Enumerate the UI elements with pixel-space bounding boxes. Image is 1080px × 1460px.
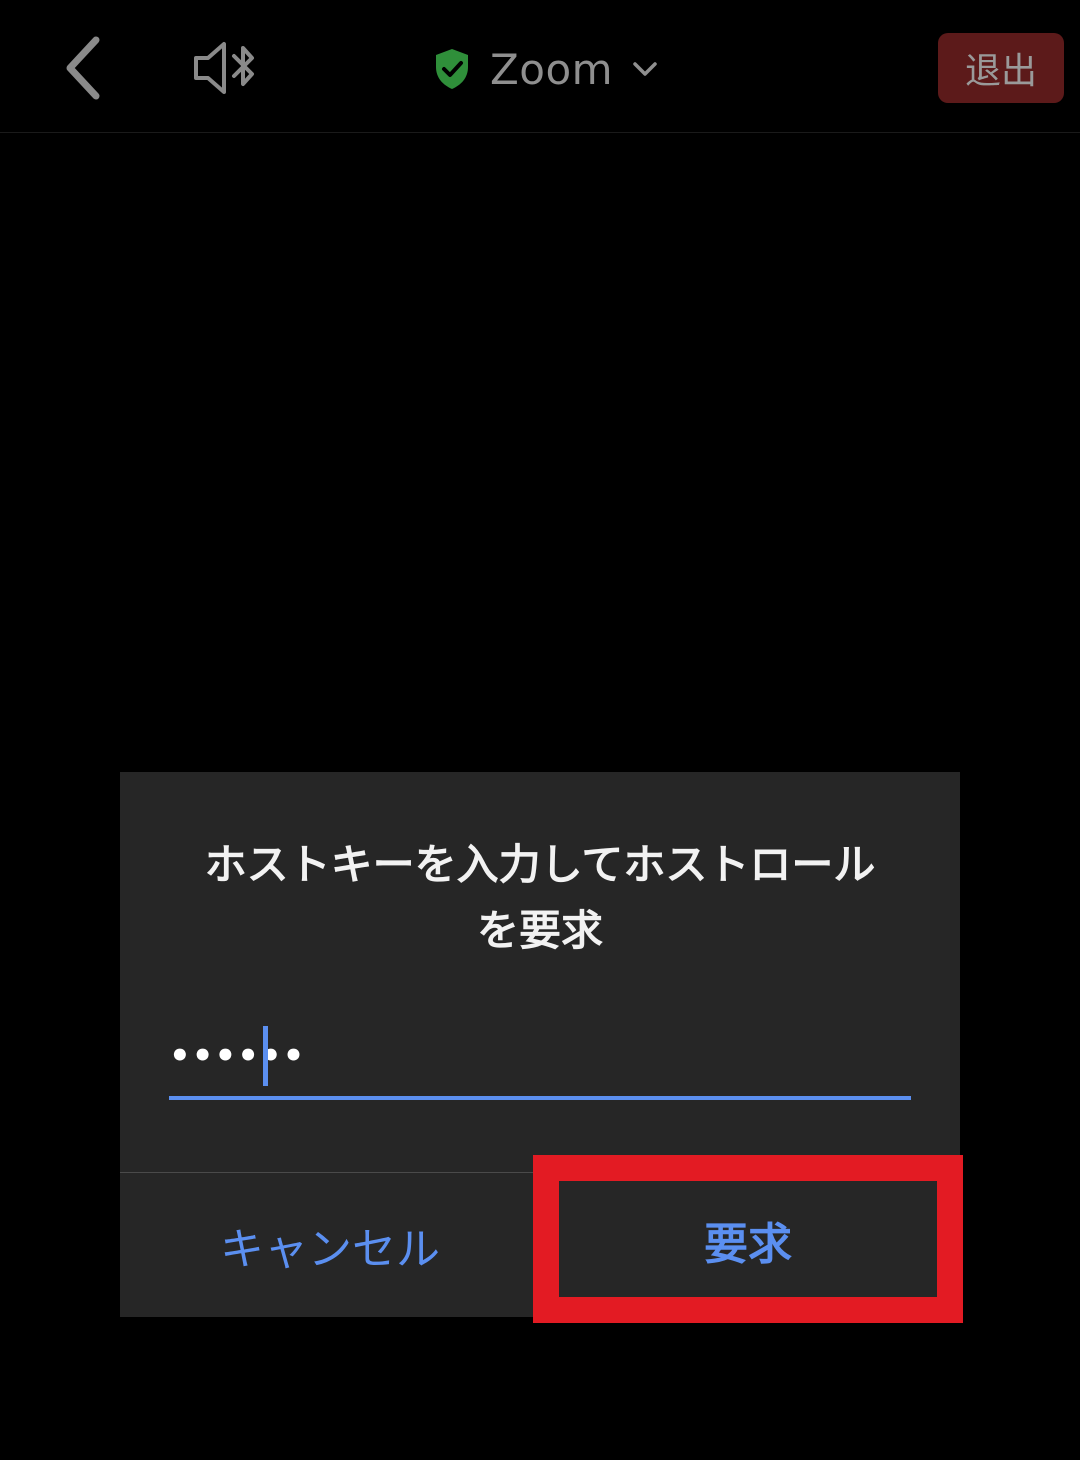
host-key-input[interactable]: •••••• bbox=[169, 1022, 911, 1102]
cancel-button[interactable]: キャンセル bbox=[120, 1173, 540, 1317]
chevron-down-icon bbox=[633, 62, 657, 76]
dialog-title-line-1: ホストキーを入力してホストロール bbox=[204, 840, 876, 889]
leave-button[interactable]: 退出 bbox=[938, 33, 1064, 103]
meeting-title-dropdown[interactable]: Zoom bbox=[432, 36, 659, 102]
dialog-title: ホストキーを入力してホストロール を要求 bbox=[160, 832, 920, 964]
audio-output-button[interactable] bbox=[188, 38, 268, 98]
meeting-screen: Zoom 退出 ホストキーを入力してホストロール を要求 •••••• キャンセ… bbox=[0, 0, 1080, 1460]
speaker-bluetooth-icon bbox=[194, 42, 254, 94]
shield-check-icon bbox=[436, 49, 468, 89]
text-caret bbox=[263, 1026, 268, 1086]
dialog-title-line-2: を要求 bbox=[476, 906, 603, 955]
host-key-value: •••••• bbox=[169, 1036, 306, 1076]
claim-host-dialog: ホストキーを入力してホストロール を要求 •••••• キャンセル 要求 bbox=[120, 772, 960, 1317]
request-button[interactable]: 要求 bbox=[558, 1181, 938, 1299]
input-underline bbox=[169, 1096, 911, 1100]
dialog-button-row: キャンセル 要求 bbox=[120, 1173, 960, 1317]
back-button[interactable] bbox=[52, 30, 122, 106]
chevron-left-icon bbox=[66, 36, 100, 100]
meeting-top-bar: Zoom 退出 bbox=[0, 0, 1080, 133]
meeting-title: Zoom bbox=[490, 44, 614, 94]
